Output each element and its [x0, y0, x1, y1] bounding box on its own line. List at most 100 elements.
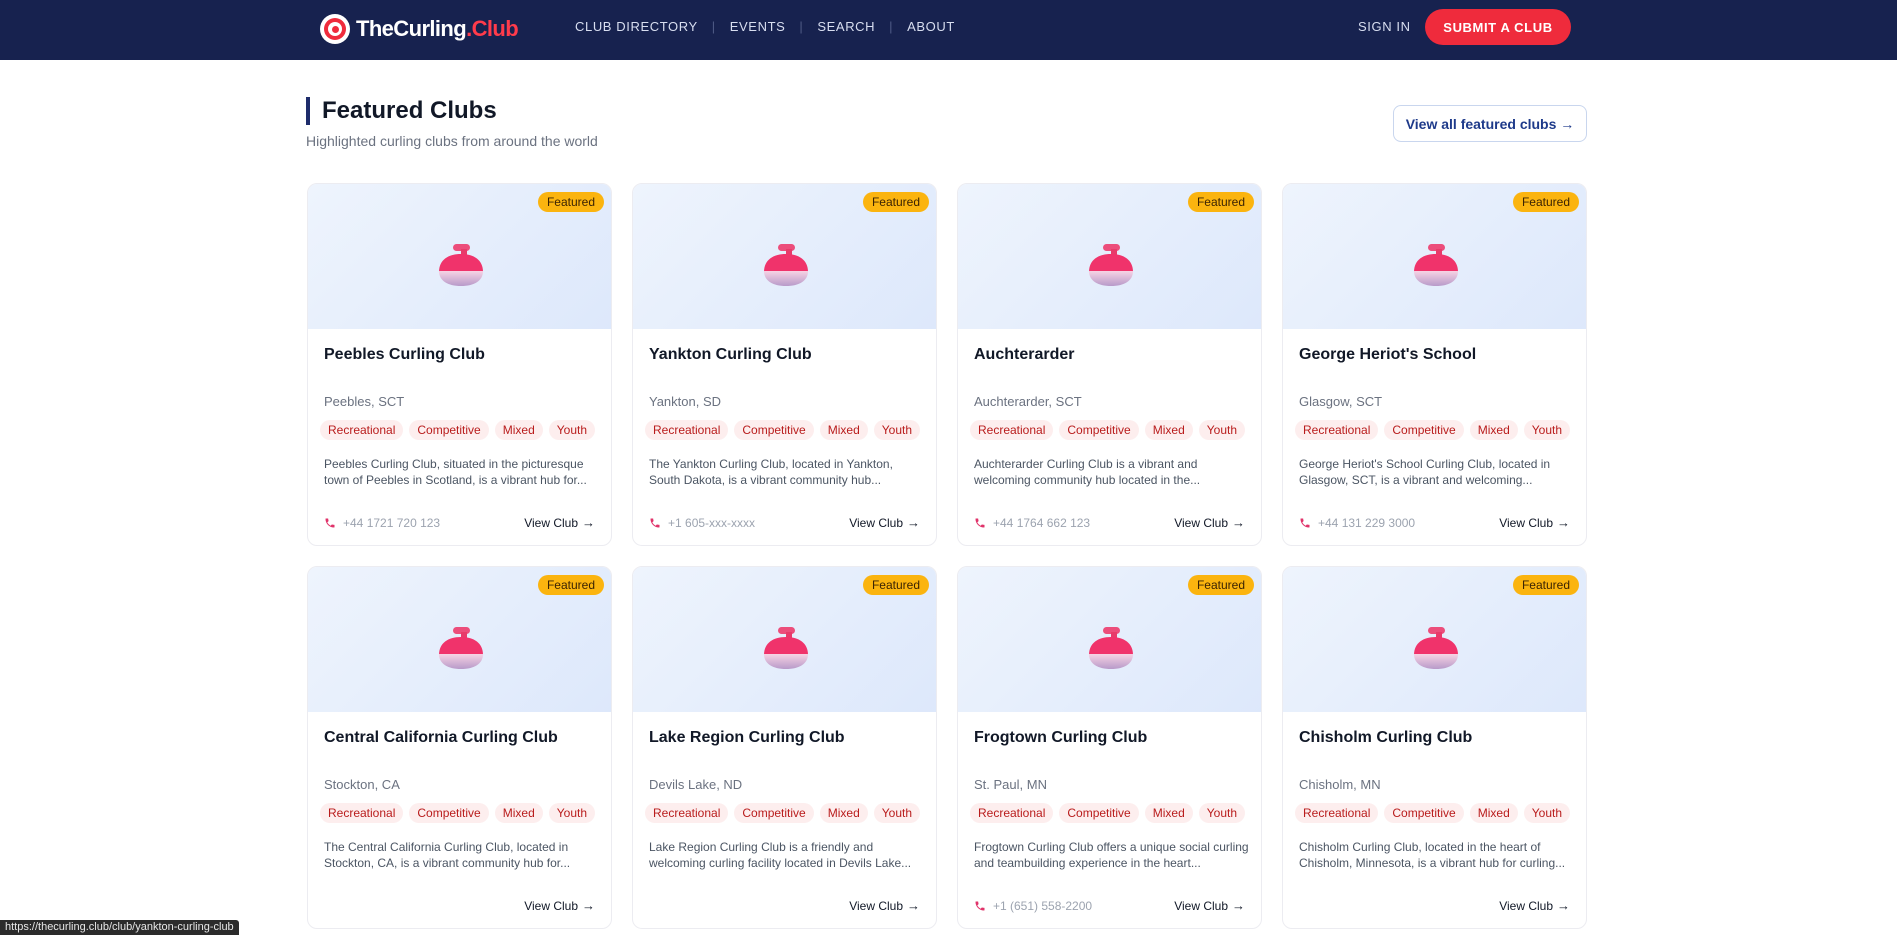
view-club-link[interactable]: View Club →	[524, 898, 595, 913]
tag-recreational: Recreational	[320, 803, 404, 823]
view-club-link[interactable]: View Club →	[524, 515, 595, 530]
club-location: Peebles, SCT	[324, 394, 405, 409]
club-name[interactable]: Central California Curling Club	[324, 729, 558, 747]
view-club-link[interactable]: View Club →	[1174, 515, 1245, 530]
club-card[interactable]: Featured Chisholm Curling Club Chisholm,…	[1282, 566, 1587, 929]
section-accent-bar	[306, 97, 310, 125]
club-description: Lake Region Curling Club is a friendly a…	[649, 840, 912, 870]
club-tags: Recreational Competitive Mixed Youth	[1295, 803, 1576, 823]
tag-competitive: Competitive	[1384, 420, 1464, 440]
tag-mixed: Mixed	[1469, 420, 1518, 440]
club-name[interactable]: Chisholm Curling Club	[1299, 729, 1472, 747]
tag-youth: Youth	[1198, 420, 1246, 440]
club-card-image: Featured	[1283, 567, 1586, 712]
curling-stone-icon	[1086, 625, 1136, 671]
club-tags: Recreational Competitive Mixed Youth	[320, 420, 601, 440]
club-card-image: Featured	[958, 184, 1261, 329]
curling-stone-icon	[761, 242, 811, 288]
club-name[interactable]: Lake Region Curling Club	[649, 729, 845, 747]
club-card[interactable]: Featured Auchterarder Auchterarder, SCT …	[957, 183, 1262, 546]
club-tags: Recreational Competitive Mixed Youth	[970, 420, 1251, 440]
nav-separator: |	[799, 19, 804, 34]
club-card[interactable]: Featured Lake Region Curling Club Devils…	[632, 566, 937, 929]
arrow-right-icon: →	[582, 515, 595, 530]
curling-stone-icon	[1411, 625, 1461, 671]
tag-mixed: Mixed	[1144, 420, 1193, 440]
curling-stone-icon	[761, 625, 811, 671]
view-club-link[interactable]: View Club →	[1174, 898, 1245, 913]
tag-mixed: Mixed	[494, 420, 543, 440]
view-club-link[interactable]: View Club →	[1499, 898, 1570, 913]
club-tags: Recreational Competitive Mixed Youth	[1295, 420, 1576, 440]
club-tags: Recreational Competitive Mixed Youth	[645, 420, 926, 440]
featured-badge: Featured	[1187, 192, 1254, 212]
club-name[interactable]: Peebles Curling Club	[324, 346, 485, 364]
arrow-right-icon: →	[907, 898, 920, 913]
nav-about[interactable]: ABOUT	[907, 19, 955, 34]
club-name[interactable]: Frogtown Curling Club	[974, 729, 1147, 747]
club-location: St. Paul, MN	[974, 777, 1047, 792]
nav-club-directory[interactable]: CLUB DIRECTORY	[575, 19, 698, 34]
tag-competitive: Competitive	[1059, 803, 1139, 823]
tag-mixed: Mixed	[819, 803, 868, 823]
view-club-link[interactable]: View Club →	[849, 515, 920, 530]
club-description: Peebles Curling Club, situated in the pi…	[324, 457, 587, 487]
main-nav: CLUB DIRECTORY | EVENTS | SEARCH | ABOUT	[575, 19, 955, 34]
tag-youth: Youth	[873, 420, 921, 440]
submit-club-button[interactable]: SUBMIT A CLUB	[1425, 9, 1571, 45]
tag-mixed: Mixed	[1144, 803, 1193, 823]
section-subtitle: Highlighted curling clubs from around th…	[306, 133, 598, 149]
tag-competitive: Competitive	[409, 420, 489, 440]
tag-recreational: Recreational	[1295, 420, 1379, 440]
arrow-right-icon: →	[582, 898, 595, 913]
tag-youth: Youth	[1523, 803, 1571, 823]
view-club-link[interactable]: View Club →	[849, 898, 920, 913]
club-phone[interactable]: +1 (651) 558-2200	[974, 899, 1092, 913]
curling-stone-icon	[436, 242, 486, 288]
club-name[interactable]: George Heriot's School	[1299, 346, 1476, 364]
club-description: Auchterarder Curling Club is a vibrant a…	[974, 457, 1201, 487]
club-card[interactable]: Featured Central California Curling Club…	[307, 566, 612, 929]
club-card[interactable]: Featured Frogtown Curling Club St. Paul,…	[957, 566, 1262, 929]
club-card[interactable]: Featured Yankton Curling Club Yankton, S…	[632, 183, 937, 546]
tag-recreational: Recreational	[970, 803, 1054, 823]
club-tags: Recreational Competitive Mixed Youth	[320, 803, 601, 823]
section-title: Featured Clubs	[322, 97, 497, 124]
club-card-image: Featured	[308, 184, 611, 329]
featured-badge: Featured	[862, 192, 929, 212]
club-phone[interactable]: +44 1764 662 123	[974, 516, 1090, 530]
club-tags: Recreational Competitive Mixed Youth	[970, 803, 1251, 823]
club-description: The Central California Curling Club, loc…	[324, 840, 571, 870]
tag-recreational: Recreational	[320, 420, 404, 440]
club-card[interactable]: Featured George Heriot's School Glasgow,…	[1282, 183, 1587, 546]
nav-search[interactable]: SEARCH	[817, 19, 875, 34]
club-phone[interactable]: +44 131 229 3000	[1299, 516, 1415, 530]
nav-events[interactable]: EVENTS	[730, 19, 786, 34]
view-club-link[interactable]: View Club →	[1499, 515, 1570, 530]
tag-mixed: Mixed	[494, 803, 543, 823]
club-card-image: Featured	[633, 567, 936, 712]
view-all-featured-button[interactable]: View all featured clubs →	[1393, 105, 1587, 142]
featured-badge: Featured	[537, 192, 604, 212]
sign-in-link[interactable]: SIGN IN	[1358, 19, 1411, 34]
tag-recreational: Recreational	[970, 420, 1054, 440]
club-card-image: Featured	[1283, 184, 1586, 329]
browser-status-url: https://thecurling.club/club/yankton-cur…	[0, 920, 239, 935]
club-phone[interactable]: +44 1721 720 123	[324, 516, 440, 530]
curling-stone-icon	[1086, 242, 1136, 288]
tag-competitive: Competitive	[409, 803, 489, 823]
club-phone[interactable]: +1 605-xxx-xxxx	[649, 516, 755, 530]
club-name[interactable]: Auchterarder	[974, 346, 1074, 364]
club-card-image: Featured	[958, 567, 1261, 712]
curling-stone-icon	[1411, 242, 1461, 288]
site-logo[interactable]: TheCurling.Club	[320, 13, 519, 45]
curling-stone-icon	[436, 625, 486, 671]
club-name[interactable]: Yankton Curling Club	[649, 346, 812, 364]
club-description: Chisholm Curling Club, located in the he…	[1299, 840, 1566, 870]
featured-badge: Featured	[537, 575, 604, 595]
club-card[interactable]: Featured Peebles Curling Club Peebles, S…	[307, 183, 612, 546]
tag-competitive: Competitive	[734, 420, 814, 440]
top-navbar: TheCurling.Club CLUB DIRECTORY | EVENTS …	[0, 0, 1897, 60]
arrow-right-icon: →	[1232, 898, 1245, 913]
phone-icon	[1300, 518, 1310, 528]
